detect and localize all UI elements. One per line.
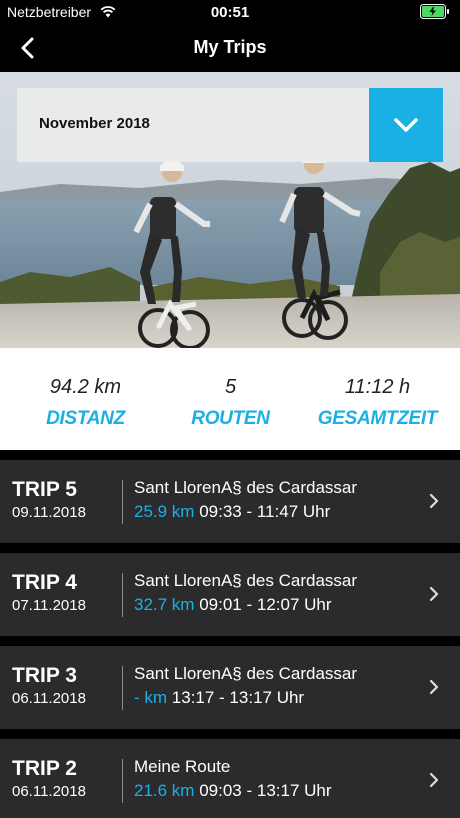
stat-value: 11:12 h xyxy=(344,376,411,398)
trip-row[interactable]: TRIP 5 09.11.2018 Sant LlorenA§ des Card… xyxy=(0,460,460,543)
chevron-down-icon xyxy=(394,118,418,132)
chevron-right-icon xyxy=(429,679,439,695)
trip-distance: 21.6 km xyxy=(134,781,195,800)
selected-month: November 2018 xyxy=(39,115,150,132)
trip-distance: 25.9 km xyxy=(134,502,195,521)
trip-time-range: 09:33 - 11:47 Uhr xyxy=(199,502,331,521)
trip-time-range: 09:01 - 12:07 Uhr xyxy=(199,595,332,614)
trip-location: Sant LlorenA§ des Cardassar xyxy=(134,571,358,590)
month-dropdown-button[interactable] xyxy=(369,88,443,162)
trip-distance: - km xyxy=(134,688,168,707)
trip-row[interactable]: TRIP 2 06.11.2018 Meine Route 21.6 km 09… xyxy=(0,739,460,818)
divider xyxy=(122,759,123,803)
stat-routes: 5 ROUTEN xyxy=(154,376,307,430)
navigation-bar: My Trips xyxy=(0,24,460,72)
trip-date: 06.11.2018 xyxy=(12,690,86,707)
stat-label: ROUTEN xyxy=(191,408,270,429)
trip-details: 21.6 km 09:03 - 13:17 Uhr xyxy=(134,781,332,801)
trip-details: 25.9 km 09:33 - 11:47 Uhr xyxy=(134,502,330,522)
chevron-right-icon xyxy=(429,493,439,509)
trip-details: 32.7 km 09:01 - 12:07 Uhr xyxy=(134,595,332,615)
divider xyxy=(122,573,123,617)
trip-details: - km 13:17 - 13:17 Uhr xyxy=(134,688,304,708)
divider xyxy=(122,480,123,524)
trip-row[interactable]: TRIP 4 07.11.2018 Sant LlorenA§ des Card… xyxy=(0,553,460,636)
trip-date: 09.11.2018 xyxy=(12,504,86,521)
hero-image: November 2018 xyxy=(0,72,460,348)
stat-label: GESAMTZEIT xyxy=(317,408,438,429)
trip-row[interactable]: TRIP 3 06.11.2018 Sant LlorenA§ des Card… xyxy=(0,646,460,729)
chevron-right-icon xyxy=(429,586,439,602)
trip-time-range: 13:17 - 13:17 Uhr xyxy=(171,688,305,707)
stat-value: 94.2 km xyxy=(49,376,122,398)
trip-name: TRIP 3 xyxy=(12,664,77,687)
trip-location: Sant LlorenA§ des Cardassar xyxy=(134,478,358,497)
stat-value: 5 xyxy=(224,376,237,398)
stat-label: DISTANZ xyxy=(46,408,125,429)
clock: 00:51 xyxy=(210,4,250,21)
trip-location: Meine Route xyxy=(134,757,231,776)
trip-location: Sant LlorenA§ des Cardassar xyxy=(134,664,358,683)
trip-date: 07.11.2018 xyxy=(12,597,86,614)
trip-summary-stats: 94.2 km DISTANZ 5 ROUTEN 11:12 h GESAMTZ… xyxy=(0,348,460,450)
trip-date: 06.11.2018 xyxy=(12,783,86,800)
trip-name: TRIP 2 xyxy=(12,757,77,780)
trip-name: TRIP 4 xyxy=(12,571,77,594)
stat-total-time: 11:12 h GESAMTZEIT xyxy=(301,376,454,430)
stat-distance: 94.2 km DISTANZ xyxy=(9,376,162,430)
trip-name: TRIP 5 xyxy=(12,478,77,501)
month-selector[interactable]: November 2018 xyxy=(17,88,443,162)
trip-time-range: 09:03 - 13:17 Uhr xyxy=(199,781,332,800)
divider xyxy=(122,666,123,710)
trip-distance: 32.7 km xyxy=(134,595,195,614)
status-bar: Netzbetreiber 00:51 xyxy=(0,0,460,24)
trip-list: TRIP 5 09.11.2018 Sant LlorenA§ des Card… xyxy=(0,450,460,818)
chevron-right-icon xyxy=(429,772,439,788)
page-title: My Trips xyxy=(193,37,267,57)
battery-charging-icon xyxy=(420,4,449,19)
